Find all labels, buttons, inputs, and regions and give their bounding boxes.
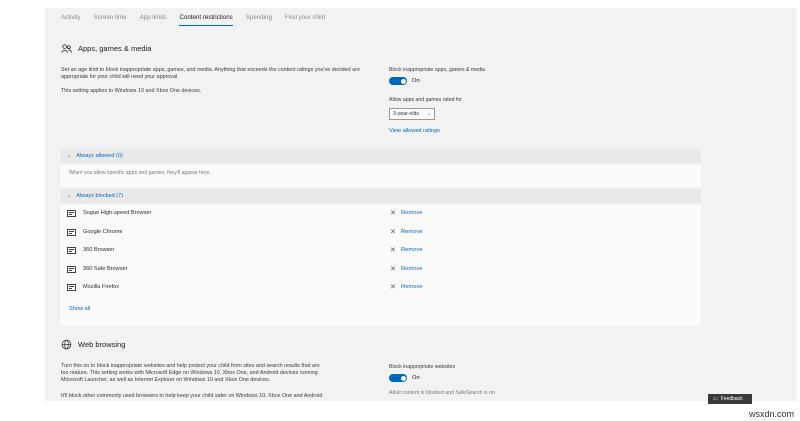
app-window-icon xyxy=(67,210,76,217)
apps-description: Set an age limit to block inappropriate … xyxy=(61,67,360,81)
web-description-line: Turn this on to block inappropriate webs… xyxy=(61,363,320,369)
remove-button[interactable]: Remove xyxy=(401,266,423,272)
app-name: 360 Safe Browser xyxy=(83,265,128,272)
nav-tabs: Activity Screen time App limits Content … xyxy=(61,13,338,27)
web-description-line: Microsoft Launcher, as well as Internet … xyxy=(61,377,271,384)
app-name: Mozilla Firefox xyxy=(83,284,120,290)
apps-section-header: Apps, games & media xyxy=(61,43,151,54)
list-item: Sogue High-speed Browser ✕ Remove xyxy=(61,205,701,224)
app-window-icon xyxy=(67,228,76,236)
feedback-button[interactable]: ▭ Feedback xyxy=(708,394,752,404)
content-restrictions-page: Activity Screen time App limits Content … xyxy=(45,8,797,401)
web-block-toggle[interactable] xyxy=(389,374,407,382)
always-blocked-panel: Sogue High-speed Browser ✕ Remove Google… xyxy=(61,205,701,325)
age-rating-select[interactable]: 3-year-olds ⌄ xyxy=(389,108,435,120)
watermark: wsxdn.com xyxy=(748,409,794,419)
close-icon[interactable]: ✕ xyxy=(390,246,396,254)
tab-content-restrictions[interactable]: Content restrictions xyxy=(179,13,234,27)
remove-button[interactable]: Remove xyxy=(401,284,423,290)
globe-icon xyxy=(61,339,72,350)
screenshot: Activity Screen time App limits Content … xyxy=(0,0,800,421)
remove-button[interactable]: Remove xyxy=(401,210,423,216)
web-section-header: Web browsing xyxy=(61,339,125,350)
web-section-title: Web browsing xyxy=(78,340,126,349)
app-name: Sogue High-speed Browser xyxy=(83,210,152,216)
tab-screen-time[interactable]: Screen time xyxy=(94,13,127,27)
chevron-down-icon: ⌄ xyxy=(67,193,72,199)
web-description-line: too mature. This setting works with Micr… xyxy=(61,370,318,377)
feedback-label: Feedback xyxy=(720,396,743,402)
web-toggle-label: Block inappropriate websites xyxy=(389,364,456,370)
list-item: Mozilla Firefox ✕ Remove xyxy=(61,279,701,298)
web-description: Turn this on to block inappropriate webs… xyxy=(61,363,391,385)
chevron-down-icon: ⌄ xyxy=(426,111,431,117)
app-window-icon xyxy=(67,247,76,254)
apps-section-title: Apps, games & media xyxy=(78,44,152,53)
web-description-more: It'll block other commonly used browsers… xyxy=(61,393,323,399)
tab-spending[interactable]: Spending xyxy=(246,13,272,27)
people-icon xyxy=(61,44,72,53)
close-icon[interactable]: ✕ xyxy=(390,209,396,217)
always-allowed-title: Always allowed (0) xyxy=(76,153,123,159)
remove-button[interactable]: Remove xyxy=(401,229,423,235)
always-allowed-header[interactable]: ⌄ Always allowed (0) xyxy=(61,149,701,163)
chevron-down-icon: ⌄ xyxy=(67,153,72,159)
list-item: 360 Browser ✕ Remove xyxy=(61,242,701,261)
always-blocked-title: Always blocked (7) xyxy=(76,193,124,199)
rating-label: Allow apps and games rated for xyxy=(389,97,462,103)
close-icon[interactable]: ✕ xyxy=(390,283,396,291)
list-item: Google Chrome ✕ Remove xyxy=(61,224,701,243)
web-safesearch-note: Adult content is blocked and SafeSearch … xyxy=(389,390,495,396)
apps-toggle-label: Block inappropriate apps, games & media xyxy=(389,67,486,73)
app-window-icon xyxy=(67,265,76,273)
apps-applies-to: This setting applies to Windows 10 and X… xyxy=(61,88,202,94)
web-toggle-state: On xyxy=(412,375,420,381)
app-name: Google Chrome xyxy=(83,228,123,235)
app-window-icon xyxy=(67,284,76,291)
close-icon[interactable]: ✕ xyxy=(390,228,396,236)
apps-toggle-state: On xyxy=(412,78,420,84)
always-allowed-empty-message: When you allow specific apps and games, … xyxy=(69,170,211,176)
chat-icon: ▭ xyxy=(713,396,718,402)
show-all-link[interactable]: Show all xyxy=(69,306,90,312)
close-icon[interactable]: ✕ xyxy=(390,265,396,273)
tab-app-limits[interactable]: App limits xyxy=(140,13,167,27)
view-allowed-ratings-link[interactable]: View allowed ratings xyxy=(389,128,440,134)
tab-find-your-child[interactable]: Find your child xyxy=(285,13,325,27)
tab-activity[interactable]: Activity xyxy=(61,13,81,27)
always-blocked-header[interactable]: ⌄ Always blocked (7) xyxy=(61,189,701,203)
remove-button[interactable]: Remove xyxy=(401,247,423,253)
age-rating-value: 3-year-olds xyxy=(393,111,419,117)
list-item: 360 Safe Browser ✕ Remove xyxy=(61,261,701,280)
always-allowed-panel: When you allow specific apps and games, … xyxy=(61,165,701,187)
app-name: 360 Browser xyxy=(83,247,115,253)
apps-block-toggle[interactable] xyxy=(389,77,407,85)
